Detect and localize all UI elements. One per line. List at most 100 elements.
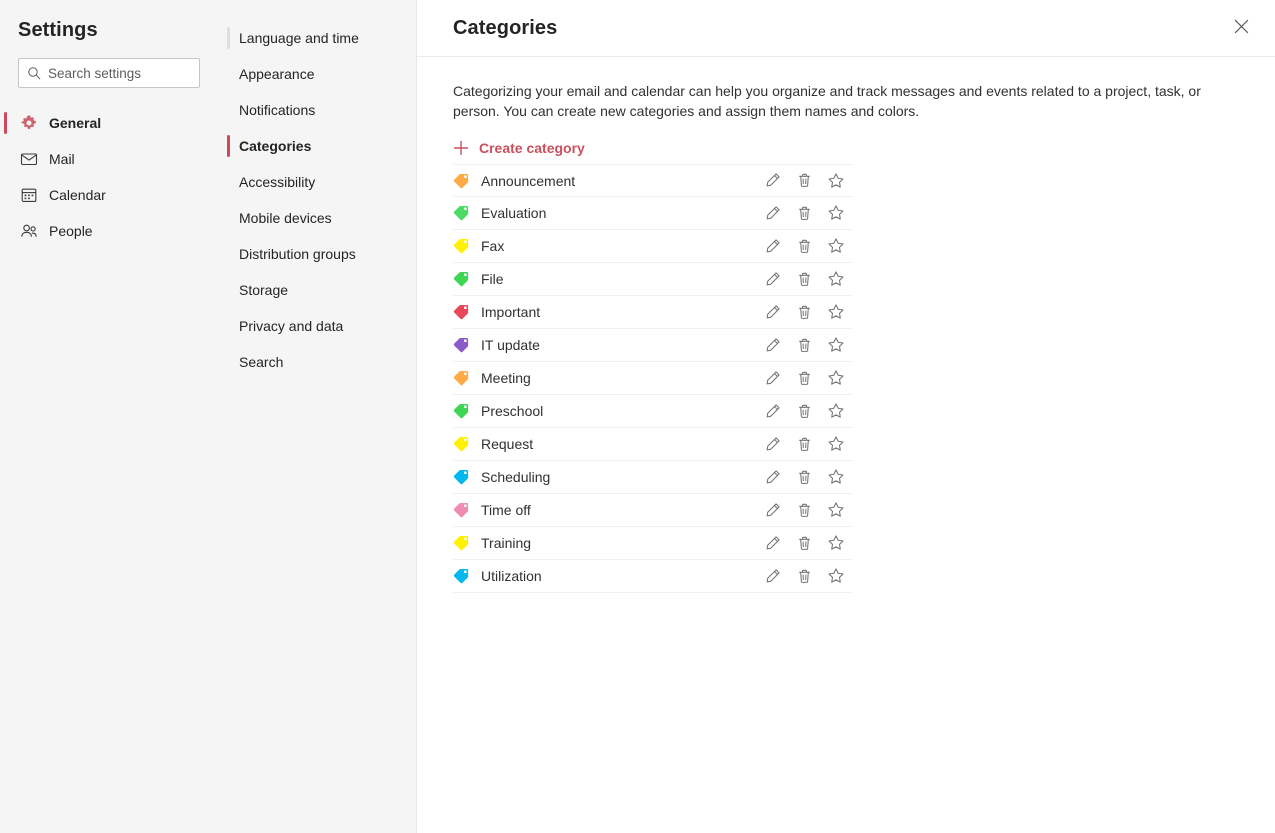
delete-category-button[interactable] <box>788 430 820 458</box>
delete-category-button[interactable] <box>788 397 820 425</box>
edit-category-button[interactable] <box>756 167 788 195</box>
edit-category-button[interactable] <box>756 298 788 326</box>
secondary-item-label: Storage <box>239 282 289 298</box>
favorite-category-button[interactable] <box>820 167 852 195</box>
category-row[interactable]: Important <box>453 296 852 329</box>
sidebar-item-categories[interactable]: Categories <box>218 128 416 164</box>
category-row[interactable]: Preschool <box>453 395 852 428</box>
secondary-item-label: Categories <box>239 138 312 154</box>
sidebar-item-mobile-devices[interactable]: Mobile devices <box>218 200 416 236</box>
favorite-category-button[interactable] <box>820 298 852 326</box>
nav-indicator <box>227 99 230 121</box>
trash-icon <box>796 568 813 585</box>
sidebar-item-language-and-time[interactable]: Language and time <box>218 20 416 56</box>
search-input[interactable] <box>48 65 191 81</box>
delete-category-button[interactable] <box>788 167 820 195</box>
edit-category-button[interactable] <box>756 331 788 359</box>
category-row-actions <box>756 496 852 524</box>
star-icon <box>827 336 845 354</box>
pencil-icon <box>764 304 781 321</box>
favorite-category-button[interactable] <box>820 463 852 491</box>
delete-category-button[interactable] <box>788 562 820 590</box>
nav-indicator <box>227 171 230 193</box>
nav-indicator <box>227 27 230 49</box>
categories-description: Categorizing your email and calendar can… <box>453 83 1201 119</box>
edit-category-button[interactable] <box>756 232 788 260</box>
edit-category-button[interactable] <box>756 496 788 524</box>
sidebar-item-calendar[interactable]: Calendar <box>0 177 218 213</box>
edit-category-button[interactable] <box>756 430 788 458</box>
delete-category-button[interactable] <box>788 496 820 524</box>
category-row[interactable]: Evaluation <box>453 197 852 230</box>
favorite-category-button[interactable] <box>820 562 852 590</box>
sidebar-item-appearance[interactable]: Appearance <box>218 56 416 92</box>
detail-body: Categorizing your email and calendar can… <box>417 57 1275 593</box>
category-row-actions <box>756 167 852 195</box>
star-icon <box>827 303 845 321</box>
trash-icon <box>796 535 813 552</box>
category-row[interactable]: Training <box>453 527 852 560</box>
category-color-tag-icon <box>453 370 473 386</box>
sidebar-item-search[interactable]: Search <box>218 344 416 380</box>
search-container <box>0 42 218 88</box>
category-row[interactable]: Meeting <box>453 362 852 395</box>
category-name: IT update <box>481 337 540 353</box>
settings-window: Settings Gen <box>0 0 1275 833</box>
edit-category-button[interactable] <box>756 364 788 392</box>
sidebar-item-people[interactable]: People <box>0 213 218 249</box>
category-row[interactable]: Announcement <box>453 164 852 197</box>
edit-category-button[interactable] <box>756 265 788 293</box>
category-row[interactable]: Request <box>453 428 852 461</box>
pencil-icon <box>764 370 781 387</box>
trash-icon <box>796 271 813 288</box>
trash-icon <box>796 469 813 486</box>
favorite-category-button[interactable] <box>820 529 852 557</box>
secondary-sidebar: Language and time Appearance Notificatio… <box>218 0 417 833</box>
delete-category-button[interactable] <box>788 463 820 491</box>
search-box[interactable] <box>18 58 200 88</box>
category-row[interactable]: Time off <box>453 494 852 527</box>
sidebar-item-notifications[interactable]: Notifications <box>218 92 416 128</box>
sidebar-item-privacy-and-data[interactable]: Privacy and data <box>218 308 416 344</box>
category-row[interactable]: Utilization <box>453 560 852 593</box>
delete-category-button[interactable] <box>788 364 820 392</box>
delete-category-button[interactable] <box>788 199 820 227</box>
detail-title: Categories <box>453 16 558 39</box>
sidebar-item-storage[interactable]: Storage <box>218 272 416 308</box>
favorite-category-button[interactable] <box>820 364 852 392</box>
sidebar-item-mail[interactable]: Mail <box>0 141 218 177</box>
category-row[interactable]: File <box>453 263 852 296</box>
sidebar-item-general[interactable]: General <box>0 105 218 141</box>
trash-icon <box>796 436 813 453</box>
close-button[interactable] <box>1225 12 1257 44</box>
edit-category-button[interactable] <box>756 199 788 227</box>
create-category-button[interactable]: Create category <box>453 140 585 156</box>
favorite-category-button[interactable] <box>820 397 852 425</box>
edit-category-button[interactable] <box>756 397 788 425</box>
edit-category-button[interactable] <box>756 529 788 557</box>
delete-category-button[interactable] <box>788 232 820 260</box>
favorite-category-button[interactable] <box>820 199 852 227</box>
category-row[interactable]: Scheduling <box>453 461 852 494</box>
delete-category-button[interactable] <box>788 331 820 359</box>
category-row[interactable]: IT update <box>453 329 852 362</box>
sidebar-item-label: Mail <box>49 151 75 167</box>
sidebar-item-distribution-groups[interactable]: Distribution groups <box>218 236 416 272</box>
edit-category-button[interactable] <box>756 562 788 590</box>
star-icon <box>827 172 845 190</box>
delete-category-button[interactable] <box>788 265 820 293</box>
favorite-category-button[interactable] <box>820 331 852 359</box>
favorite-category-button[interactable] <box>820 430 852 458</box>
favorite-category-button[interactable] <box>820 496 852 524</box>
category-name: Request <box>481 436 534 452</box>
sidebar-item-accessibility[interactable]: Accessibility <box>218 164 416 200</box>
favorite-category-button[interactable] <box>820 232 852 260</box>
favorite-category-button[interactable] <box>820 265 852 293</box>
delete-category-button[interactable] <box>788 529 820 557</box>
delete-category-button[interactable] <box>788 298 820 326</box>
category-color-tag-icon <box>453 337 473 353</box>
plus-icon <box>453 140 469 156</box>
star-icon <box>827 270 845 288</box>
category-row[interactable]: Fax <box>453 230 852 263</box>
edit-category-button[interactable] <box>756 463 788 491</box>
